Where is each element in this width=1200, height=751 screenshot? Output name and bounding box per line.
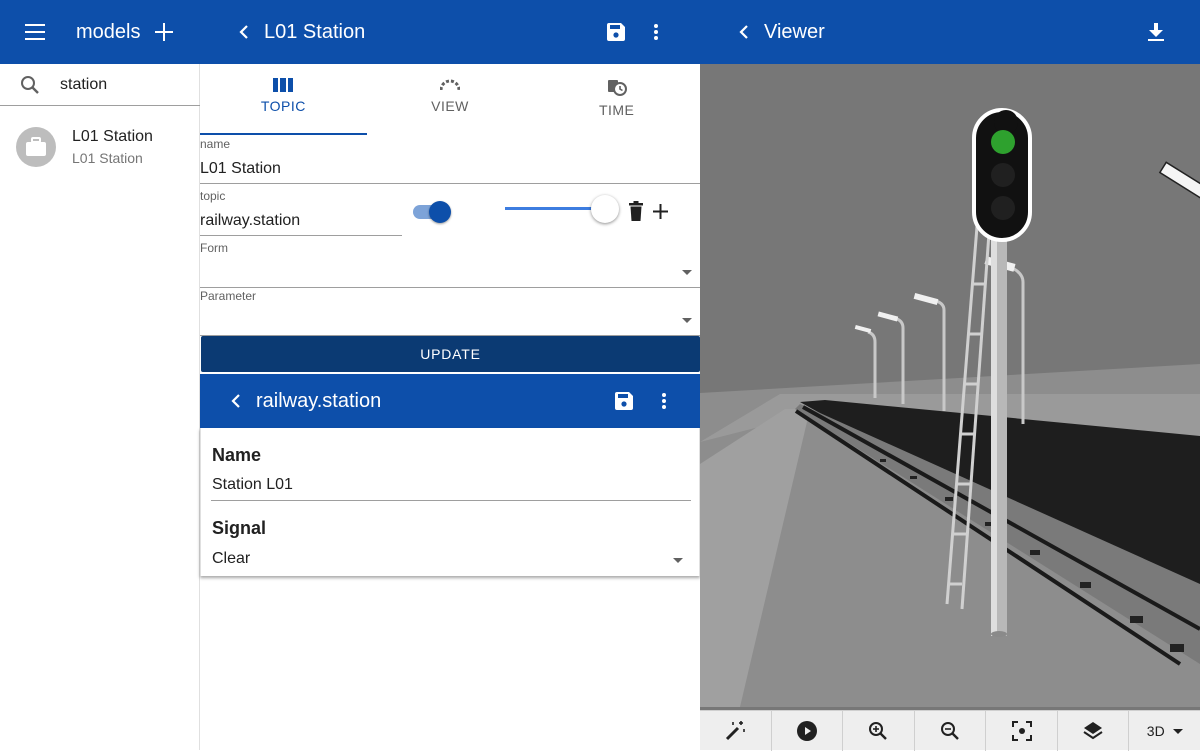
topic-field-value: railway.station	[200, 212, 301, 229]
tab-time[interactable]: TIME	[533, 64, 700, 136]
play-icon[interactable]	[772, 711, 844, 751]
focus-center-icon[interactable]	[986, 711, 1058, 751]
editor-panel: L01 Station TOPIC VIEW TIME name L01 Sta…	[200, 0, 700, 750]
search-bar	[0, 64, 200, 106]
zoom-out-icon[interactable]	[915, 711, 987, 751]
magic-wand-icon[interactable]	[700, 711, 772, 751]
subform-signal-select[interactable]: Clear	[211, 548, 691, 574]
layers-icon[interactable]	[1058, 711, 1130, 751]
subform-title: railway.station	[256, 389, 382, 412]
update-button[interactable]: UPDATE	[201, 336, 700, 372]
name-field-value: L01 Station	[200, 160, 281, 177]
subform-name-label: Name	[212, 445, 262, 465]
railway-scene	[700, 64, 1200, 707]
save-icon[interactable]	[604, 381, 644, 421]
search-input[interactable]	[60, 75, 180, 94]
models-appbar: models	[0, 0, 200, 64]
briefcase-icon	[26, 137, 46, 156]
tab-view[interactable]: VIEW	[367, 64, 534, 136]
save-icon[interactable]	[596, 12, 636, 52]
tab-topic-label: TOPIC	[260, 98, 306, 114]
view-mode-select[interactable]: 3D	[1129, 711, 1200, 751]
subform-appbar: railway.station	[200, 374, 700, 428]
viewer-title: Viewer	[764, 20, 825, 43]
models-panel: models L01 Station L01 Station	[0, 0, 200, 750]
name-field[interactable]: name L01 Station	[200, 136, 700, 184]
delete-icon[interactable]	[629, 201, 643, 221]
zoom-in-icon[interactable]	[843, 711, 915, 751]
subform-name-value: Station L01	[212, 476, 293, 493]
subform-signal-value: Clear	[212, 550, 251, 567]
menu-icon[interactable]	[16, 12, 56, 52]
name-field-label: name	[200, 137, 231, 151]
list-item-primary: L01 Station	[72, 128, 153, 145]
subform-name-input[interactable]: Station L01	[211, 474, 691, 501]
chevron-down-icon	[1172, 728, 1183, 734]
parameter-select-label: Parameter	[200, 289, 257, 303]
models-title: models	[76, 20, 141, 43]
tab-topic[interactable]: TOPIC	[200, 64, 367, 136]
topic-columns-icon	[273, 78, 294, 92]
topic-field[interactable]: topic railway.station	[200, 188, 402, 236]
add-param-icon[interactable]	[653, 204, 668, 219]
editor-tabs: TOPIC VIEW TIME	[200, 64, 700, 136]
view-gauge-icon	[440, 79, 460, 91]
viewer-toolbar: 3D	[700, 710, 1200, 751]
topic-toggle[interactable]	[413, 201, 451, 223]
add-icon[interactable]	[144, 12, 184, 52]
topic-slider[interactable]	[505, 194, 623, 224]
form-select[interactable]: Form	[200, 240, 700, 288]
more-vert-icon[interactable]	[644, 381, 684, 421]
topic-field-label: topic	[200, 189, 226, 203]
back-chevron-icon[interactable]	[724, 12, 764, 52]
search-icon	[20, 75, 60, 95]
subform-signal-label: Signal	[212, 518, 267, 538]
tab-time-label: TIME	[598, 102, 635, 118]
viewer-appbar: Viewer	[700, 0, 1200, 64]
tab-view-label: VIEW	[431, 98, 469, 114]
download-icon[interactable]	[1136, 12, 1176, 52]
list-item-secondary: L01 Station	[72, 150, 143, 166]
viewer-panel: Viewer 3D	[700, 0, 1200, 751]
avatar	[16, 127, 56, 167]
tab-indicator	[200, 133, 367, 135]
slider-thumb[interactable]	[591, 195, 619, 223]
3d-viewport[interactable]	[700, 64, 1200, 707]
time-clock-icon	[607, 80, 627, 96]
chevron-down-icon	[682, 318, 692, 323]
parameter-select[interactable]: Parameter	[200, 288, 700, 336]
back-chevron-icon[interactable]	[224, 12, 264, 52]
subform-body: Name Station L01 Signal Clear	[200, 428, 700, 576]
back-chevron-icon[interactable]	[216, 381, 256, 421]
list-item[interactable]: L01 Station L01 Station	[0, 118, 200, 176]
form-select-label: Form	[200, 241, 228, 255]
editor-appbar: L01 Station	[200, 0, 700, 64]
editor-title: L01 Station	[264, 20, 366, 43]
view-mode-label: 3D	[1146, 723, 1165, 739]
more-vert-icon[interactable]	[636, 12, 676, 52]
chevron-down-icon	[673, 558, 683, 563]
chevron-down-icon	[682, 270, 692, 275]
